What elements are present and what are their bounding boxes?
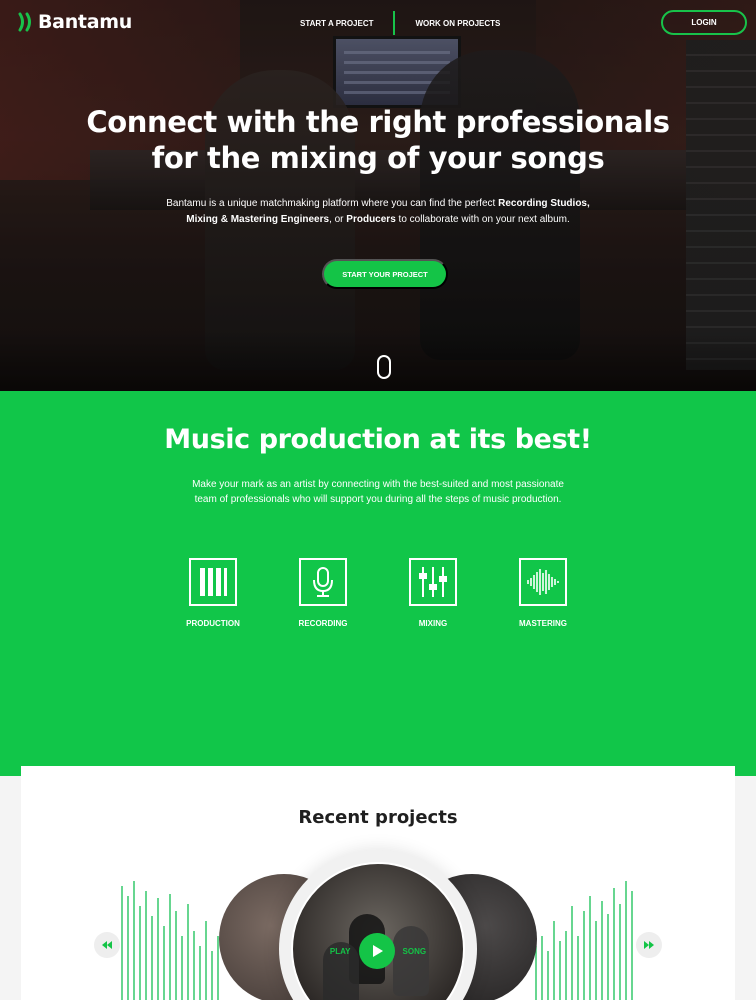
play-label: PLAY (329, 946, 351, 956)
hero-desc-text-1: Bantamu is a unique matchmaking platform… (166, 198, 499, 209)
next-project-button[interactable] (636, 932, 662, 958)
piano-keys-icon (189, 558, 237, 606)
service-label: MIXING (418, 619, 448, 628)
service-mastering[interactable]: MASTERING (493, 558, 593, 628)
hero-title-line-2: for the mixing of your songs (151, 141, 605, 175)
hero-desc-text-3: to collaborate with on your next album. (395, 214, 570, 225)
hero-desc-bold-3: Producers (346, 214, 396, 225)
production-description: Make your mark as an artist by connectin… (192, 479, 564, 505)
login-button[interactable]: LOGIN (661, 10, 747, 35)
service-label: PRODUCTION (186, 619, 240, 628)
microphone-icon (299, 558, 347, 606)
hero-title-line-1: Connect with the right professionals (86, 105, 670, 139)
hero-desc-bold-1: Recording Studios, (498, 198, 590, 209)
nav-divider (393, 11, 396, 35)
waveform-right-decoration (535, 881, 633, 1000)
recent-projects-title: Recent projects (298, 807, 458, 828)
previous-project-button[interactable] (94, 932, 120, 958)
hero-section: Bantamu START A PROJECT WORK ON PROJECTS… (0, 0, 756, 391)
service-recording[interactable]: RECORDING (273, 558, 373, 628)
production-section: Music production at its best! Make your … (0, 391, 756, 776)
hero-desc-bold-2: Mixing & Mastering Engineers (186, 214, 330, 225)
song-label: SONG (402, 946, 427, 956)
waveform-icon (519, 558, 567, 606)
play-button[interactable] (358, 933, 395, 969)
production-title: Music production at its best! (164, 424, 592, 455)
service-label: MASTERING (519, 619, 567, 628)
brand-name: Bantamu (38, 11, 132, 33)
fast-forward-icon (644, 941, 654, 949)
rewind-icon (102, 941, 112, 949)
start-your-project-button[interactable]: START YOUR PROJECT (322, 259, 448, 289)
top-navigation: START A PROJECT WORK ON PROJECTS (290, 11, 510, 35)
brand-logo[interactable]: Bantamu (18, 11, 132, 33)
nav-start-project-link[interactable]: START A PROJECT (290, 19, 383, 28)
service-label: RECORDING (298, 619, 348, 628)
recent-projects-section: Recent projects PLAY SONG (21, 766, 735, 1000)
play-song-control: PLAY SONG (291, 933, 465, 969)
hero-desc-text-2: , or (329, 214, 347, 225)
waveform-left-decoration (121, 881, 219, 1000)
nav-work-on-projects-link[interactable]: WORK ON PROJECTS (405, 19, 510, 28)
hero-title: Connect with the right professionals for… (0, 104, 756, 176)
mixer-sliders-icon (409, 558, 457, 606)
service-mixing[interactable]: MIXING (383, 558, 483, 628)
play-icon (372, 945, 383, 957)
brand-chevrons-icon (18, 12, 31, 32)
hero-description: Bantamu is a unique matchmaking platform… (160, 196, 596, 228)
scroll-down-icon[interactable] (377, 355, 391, 379)
service-production[interactable]: PRODUCTION (163, 558, 263, 628)
